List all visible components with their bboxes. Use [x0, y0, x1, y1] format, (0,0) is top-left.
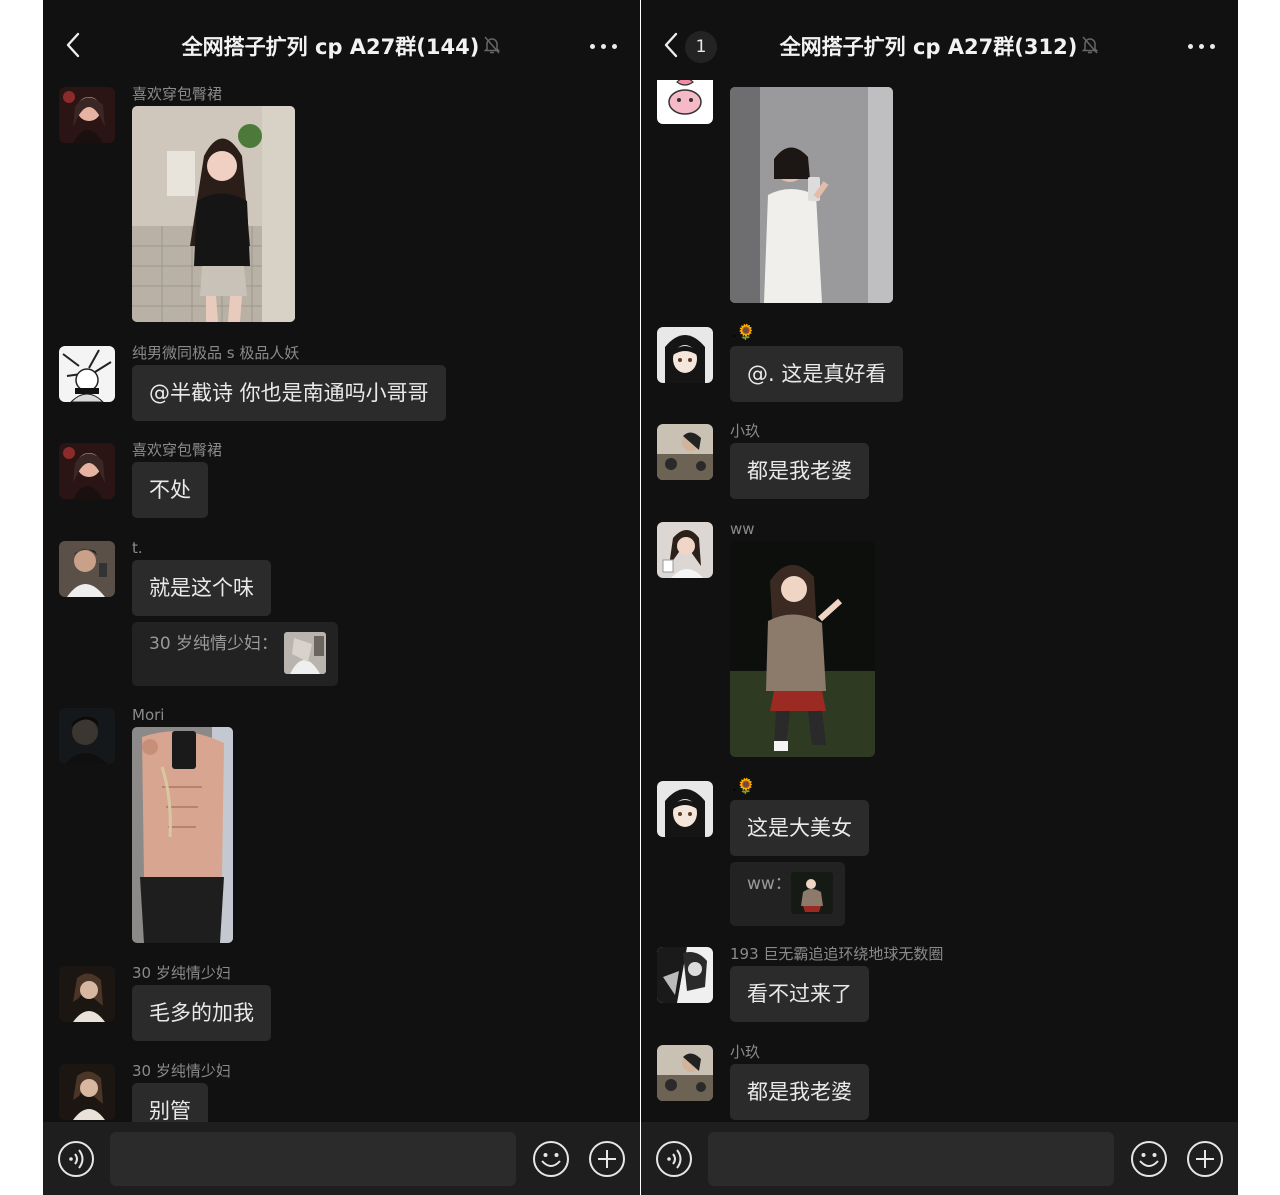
message-bubble[interactable]: 都是我老婆 — [730, 1064, 869, 1120]
emoji-icon[interactable] — [1130, 1140, 1168, 1178]
avatar[interactable] — [657, 424, 713, 480]
avatar[interactable] — [59, 87, 115, 143]
avatar[interactable] — [59, 1064, 115, 1120]
quoted-image-thumbnail[interactable] — [791, 872, 833, 914]
emoji-icon[interactable] — [532, 1140, 570, 1178]
chat-screen-right: 1 全网搭子扩列 cp A27群(312) .🌻 @. 这是真好看 小玖 都是我… — [641, 0, 1238, 1195]
avatar[interactable] — [59, 541, 115, 597]
voice-icon[interactable] — [655, 1140, 693, 1178]
avatar[interactable] — [59, 443, 115, 499]
quoted-text: ww： — [747, 874, 792, 894]
sender-name: 喜欢穿包臀裙 — [132, 85, 223, 103]
message-bubble[interactable]: 不处 — [132, 462, 208, 518]
sender-name: ww — [730, 520, 755, 538]
sender-name: 小玖 — [730, 1043, 761, 1061]
quoted-image-thumbnail[interactable] — [284, 632, 326, 674]
input-bar — [641, 1122, 1238, 1195]
sender-name: 纯男微同极品 s 极品人妖 — [132, 344, 300, 362]
bell-off-icon — [1081, 35, 1099, 59]
sender-name: .🌻 — [732, 777, 756, 795]
sender-name: 喜欢穿包臀裙 — [132, 441, 223, 459]
image-message[interactable] — [730, 541, 875, 757]
image-message[interactable] — [730, 87, 893, 303]
sender-name: 30 岁纯情少妇 — [132, 964, 231, 982]
message-bubble[interactable]: 都是我老婆 — [730, 443, 869, 499]
chat-screen-left: 全网搭子扩列 cp A27群(144) 喜欢穿包臀裙 纯男微同极品 s 极品人妖… — [43, 0, 640, 1195]
sender-name: 30 岁纯情少妇 — [132, 1062, 231, 1080]
voice-icon[interactable] — [57, 1140, 95, 1178]
avatar[interactable] — [657, 522, 713, 578]
avatar[interactable] — [59, 966, 115, 1022]
message-bubble[interactable]: 毛多的加我 — [132, 985, 271, 1041]
message-bubble[interactable]: @. 这是真好看 — [730, 346, 904, 402]
quoted-text: 30 岁纯情少妇： — [149, 634, 279, 654]
message-bubble[interactable]: 这是大美女 — [730, 800, 869, 856]
more-dots-icon[interactable] — [590, 38, 618, 54]
avatar[interactable] — [657, 947, 713, 1003]
chat-title: 全网搭子扩列 cp A27群(144) — [181, 35, 480, 59]
avatar[interactable] — [59, 708, 115, 764]
message-bubble[interactable]: 看不过来了 — [730, 966, 869, 1022]
avatar[interactable] — [59, 346, 115, 402]
image-message[interactable] — [132, 106, 295, 322]
quoted-reply[interactable]: 30 岁纯情少妇： — [132, 622, 338, 686]
sender-name: t. — [132, 539, 143, 557]
chat-header: 1 全网搭子扩列 cp A27群(312) — [641, 0, 1238, 80]
chat-title: 全网搭子扩列 cp A27群(312) — [779, 35, 1078, 59]
image-message[interactable] — [132, 727, 233, 943]
avatar[interactable] — [657, 327, 713, 383]
chat-header: 全网搭子扩列 cp A27群(144) — [43, 0, 640, 80]
sender-name: .🌻 — [732, 323, 756, 341]
sender-name: Mori — [132, 706, 165, 724]
sender-name: 193 巨无霸追追环绕地球无数圈 — [730, 945, 944, 963]
avatar[interactable] — [657, 781, 713, 837]
bell-off-icon — [483, 35, 501, 59]
more-dots-icon[interactable] — [1188, 38, 1216, 54]
message-bubble[interactable]: @半截诗 你也是南通吗小哥哥 — [132, 365, 446, 421]
quoted-reply[interactable]: ww： — [730, 862, 845, 926]
input-bar — [43, 1122, 640, 1195]
message-input[interactable] — [110, 1132, 516, 1186]
sender-name: 小玖 — [730, 422, 761, 440]
avatar[interactable] — [657, 1045, 713, 1101]
plus-circle-icon[interactable] — [1186, 1140, 1224, 1178]
plus-circle-icon[interactable] — [588, 1140, 626, 1178]
message-bubble[interactable]: 就是这个味 — [132, 560, 271, 616]
message-input[interactable] — [708, 1132, 1114, 1186]
